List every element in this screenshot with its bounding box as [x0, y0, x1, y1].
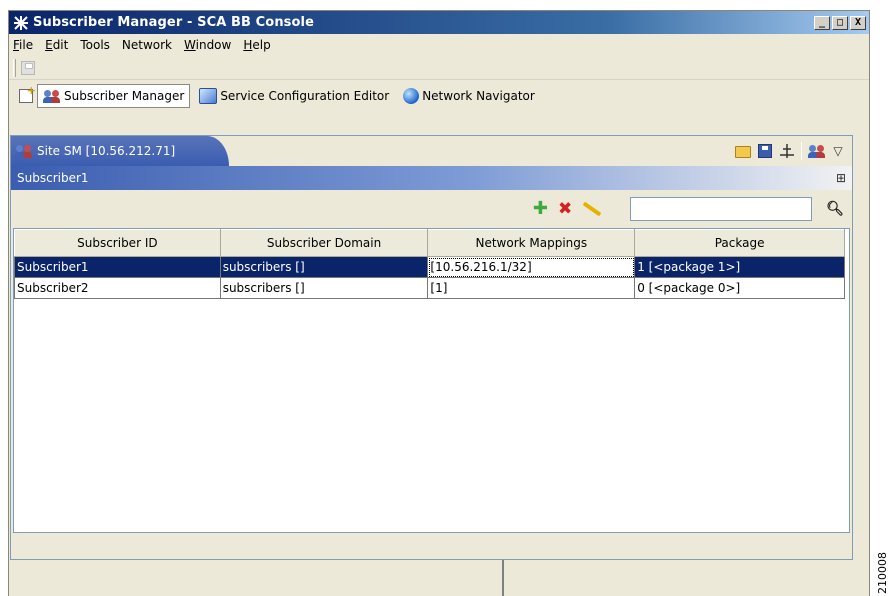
column-header[interactable]: Package — [634, 229, 845, 257]
perspective-bar: Subscriber Manager Service Configuration… — [9, 80, 869, 112]
save-icon[interactable] — [21, 60, 35, 75]
perspective-network-navigator[interactable]: Network Navigator — [398, 84, 540, 108]
view-toolbar: ▽ — [735, 136, 852, 166]
menu-edit[interactable]: Edit — [45, 38, 68, 52]
menu-window[interactable]: Window — [184, 38, 231, 52]
config-editor-icon — [199, 88, 218, 104]
view-tab-label: Site SM [10.56.212.71] — [37, 144, 176, 158]
menu-bar: File Edit Tools Network Window Help — [9, 34, 869, 56]
window-controls: _ □ X — [814, 15, 869, 30]
toolbar-grip[interactable] — [13, 58, 16, 77]
site-view-tab[interactable]: Site SM [10.56.212.71] — [11, 136, 229, 166]
app-logo-icon — [12, 14, 30, 32]
tree-view-icon[interactable]: ⊞ — [836, 171, 846, 185]
status-segment — [9, 560, 503, 596]
people-icon — [43, 88, 61, 104]
table-cell[interactable]: [10.56.216.1/32] — [427, 256, 636, 278]
menu-help[interactable]: Help — [243, 38, 270, 52]
perspective-label: Service Configuration Editor — [220, 89, 390, 103]
status-bar — [9, 560, 871, 596]
table-row[interactable]: Subscriber2 subscribers [] [1] 0 [<packa… — [14, 277, 845, 299]
view-menu-icon[interactable]: ▽ — [830, 143, 846, 159]
globe-icon — [403, 88, 420, 104]
table-cell[interactable]: Subscriber1 — [14, 256, 221, 278]
subscriber-table: Subscriber ID Subscriber Domain Network … — [14, 229, 845, 299]
open-folder-icon[interactable] — [735, 143, 751, 159]
perspective-subscriber-manager[interactable]: Subscriber Manager — [37, 84, 191, 108]
open-perspective-icon[interactable] — [19, 84, 36, 103]
perspective-label: Subscriber Manager — [64, 89, 185, 103]
main-toolbar — [9, 56, 869, 80]
subscriber-panel-header: Subscriber1 ⊞ — [11, 166, 852, 190]
delete-icon[interactable]: ✖ — [558, 200, 572, 218]
users-icon[interactable] — [808, 143, 825, 159]
table-header-row: Subscriber ID Subscriber Domain Network … — [14, 229, 845, 257]
find-icon[interactable]: 🔍︎ — [826, 201, 844, 217]
people-icon — [15, 143, 33, 159]
column-header[interactable]: Subscriber ID — [14, 229, 221, 257]
table-cell[interactable]: 1 [<package 1>] — [634, 256, 845, 278]
subscriber-panel-title: Subscriber1 — [17, 171, 89, 185]
add-icon[interactable]: ✚ — [533, 200, 548, 218]
title-bar[interactable]: Subscriber Manager - SCA BB Console _ □ … — [9, 11, 869, 34]
close-button[interactable]: X — [850, 15, 866, 30]
connect-icon[interactable] — [779, 143, 795, 159]
column-header[interactable]: Subscriber Domain — [219, 229, 429, 257]
save-icon[interactable] — [757, 143, 773, 159]
menu-file[interactable]: File — [13, 38, 33, 52]
status-segment — [503, 560, 504, 596]
subscriber-table-container: Subscriber ID Subscriber Domain Network … — [13, 228, 850, 533]
maximize-button[interactable]: □ — [832, 15, 848, 30]
search-input[interactable] — [630, 197, 813, 221]
table-cell[interactable]: subscribers [] — [219, 256, 429, 278]
table-row[interactable]: Subscriber1 subscribers [] [10.56.216.1/… — [14, 256, 845, 278]
figure-id: 210008 — [876, 552, 889, 594]
site-view: Site SM [10.56.212.71] ▽ Subscriber1 ⊞ ✚… — [10, 135, 853, 560]
window-title: Subscriber Manager - SCA BB Console — [33, 15, 315, 30]
view-tab-bar: Site SM [10.56.212.71] ▽ — [11, 136, 852, 166]
perspective-service-configuration-editor[interactable]: Service Configuration Editor — [194, 84, 394, 108]
edit-icon[interactable] — [582, 201, 602, 217]
minimize-button[interactable]: _ — [814, 15, 830, 30]
menu-network[interactable]: Network — [122, 38, 172, 52]
table-cell[interactable]: 0 [<package 0>] — [634, 277, 845, 299]
menu-tools[interactable]: Tools — [80, 38, 110, 52]
column-header[interactable]: Network Mappings — [427, 229, 636, 257]
table-cell[interactable]: Subscriber2 — [14, 277, 221, 299]
perspective-label: Network Navigator — [422, 89, 535, 103]
table-cell[interactable]: subscribers [] — [219, 277, 429, 299]
subscriber-actions: ✚ ✖ 🔍︎ — [11, 190, 852, 228]
table-cell[interactable]: [1] — [427, 277, 636, 299]
toolbar-separator — [801, 142, 802, 160]
